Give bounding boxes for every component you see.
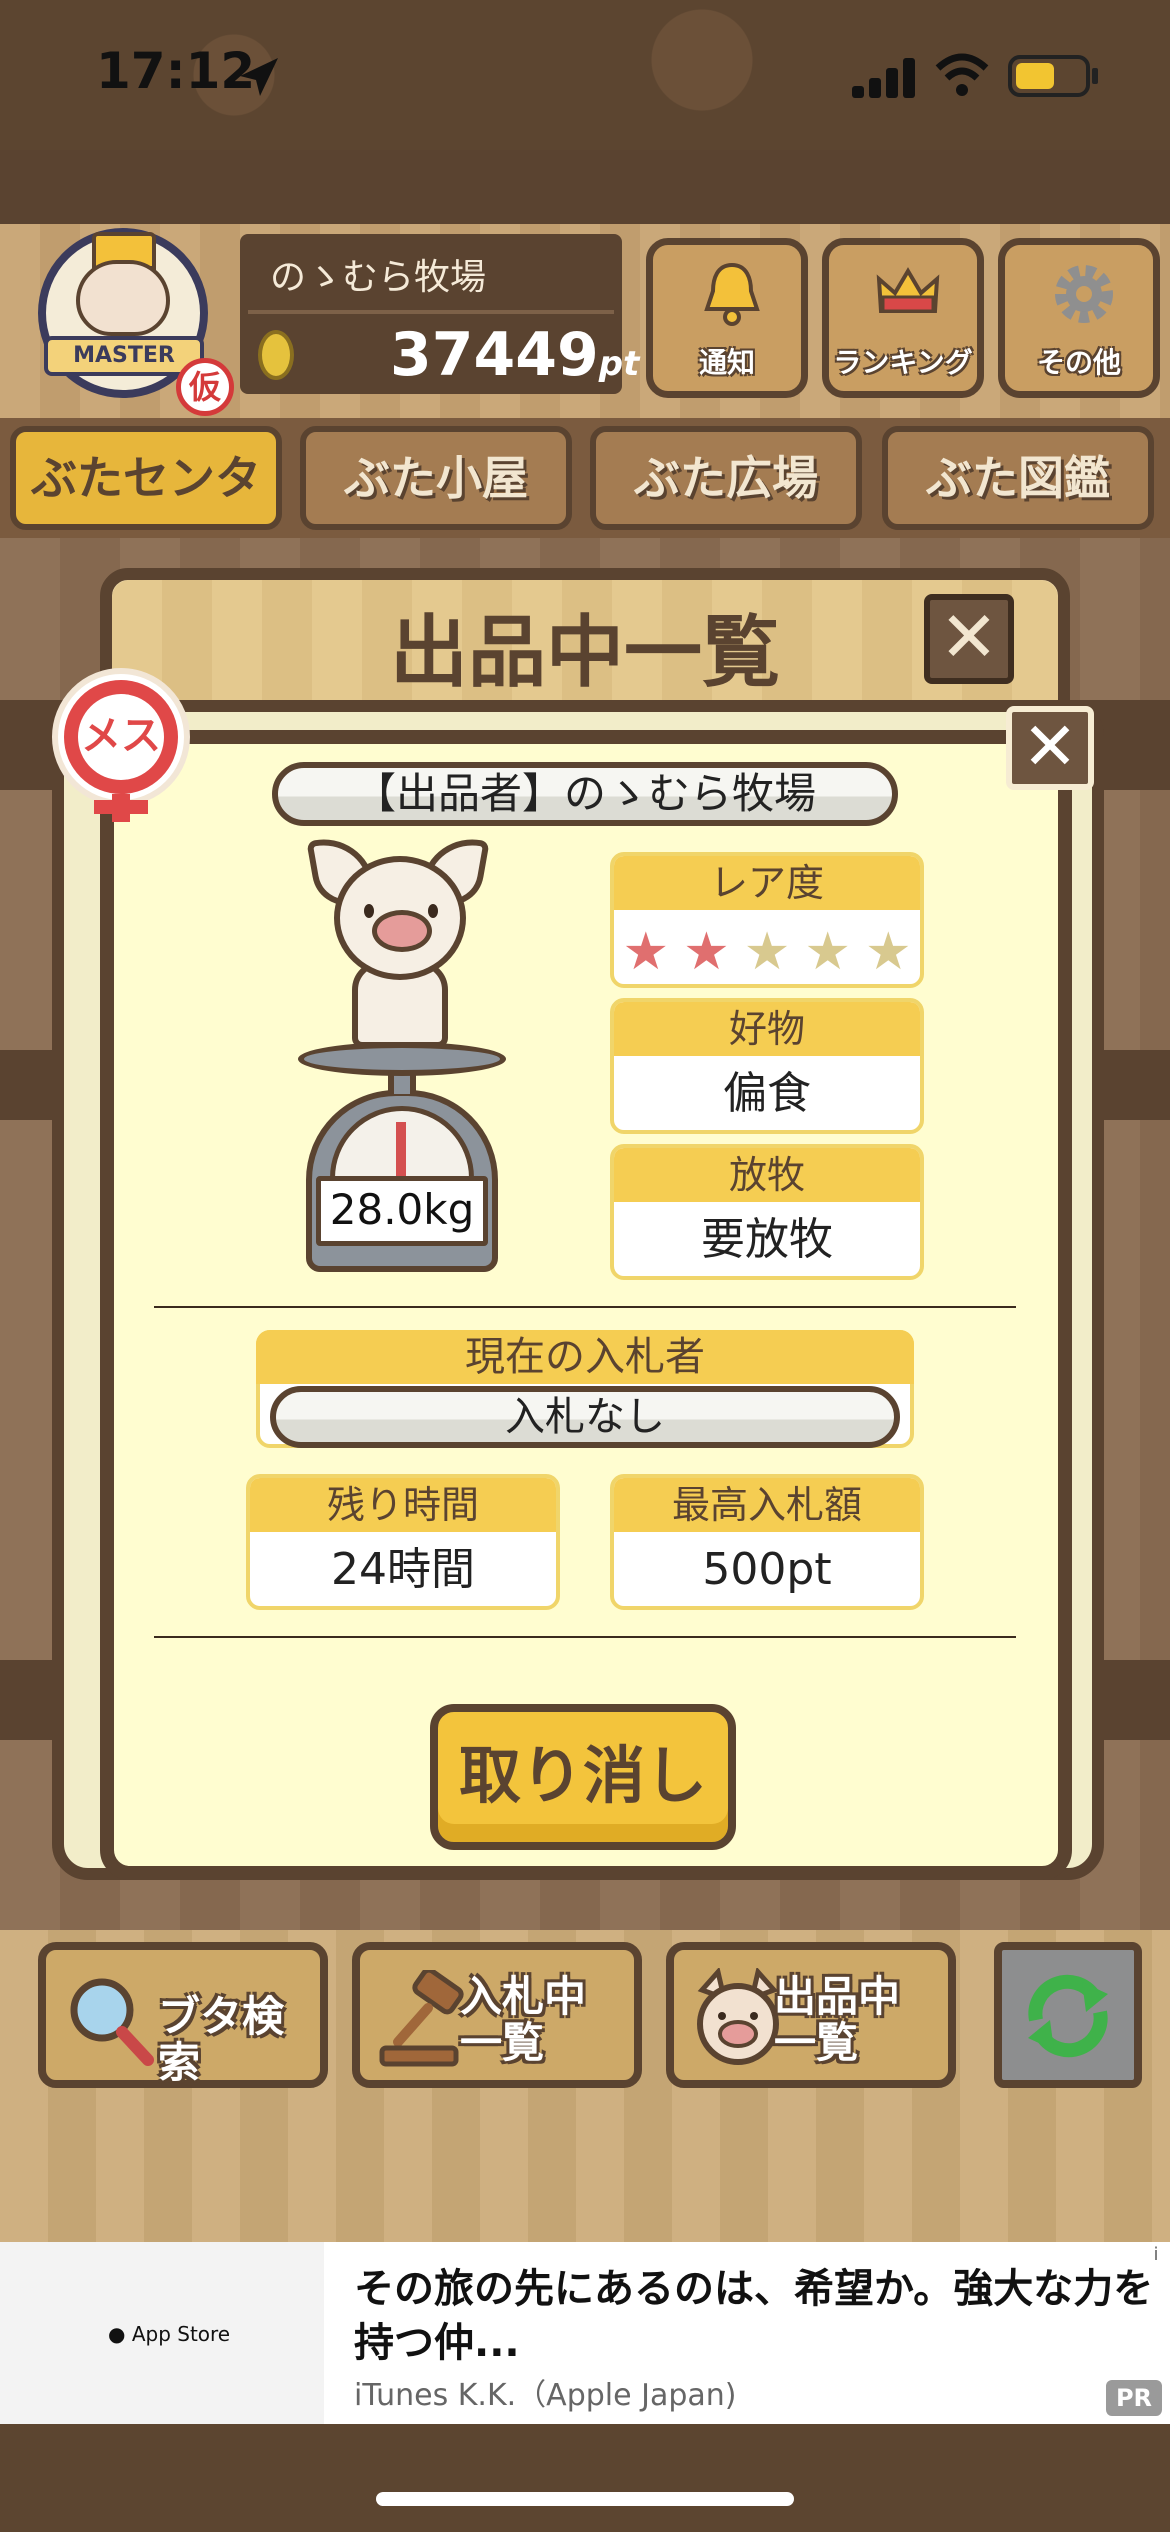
status-time: 17:12 [96,42,256,100]
ad-title[interactable]: その旅の先にあるのは、希望か。強大な力を持つ仲... [354,2262,1154,2370]
remaining-time-label: 残り時間 [250,1478,556,1532]
apple-icon: ● [108,2322,126,2346]
ranking-label: ランキング [833,346,973,379]
magnifier-icon [70,1978,154,2066]
battery-icon [1008,55,1090,97]
remaining-time-card: 残り時間 24時間 [246,1474,560,1610]
coin-icon [258,330,294,380]
listing-list-label: 出品中 一覧 [774,1974,940,2066]
rarity-label: レア度 [614,856,920,910]
provisional-badge: 仮 [176,358,234,416]
favorite-value: 偏食 [723,1068,811,1119]
location-arrow-icon [240,58,278,96]
points-value: 37449 [390,320,599,390]
divider [154,1306,1016,1308]
detail-close-button[interactable]: ✕ [1006,706,1094,790]
tab-buta-encyclopedia[interactable]: ぶた図鑑 [882,426,1154,530]
pig-face-icon [697,1968,779,2065]
bidder-label: 現在の入札者 [256,1330,914,1384]
listing-list-line2: 一覧 [774,2018,859,2067]
listing-list-line1: 出品中 [774,1972,901,2021]
signal-icon [852,56,916,98]
notification-label: 通知 [698,346,755,379]
points-unit: pt [598,344,640,384]
bidding-list-line1: 入札中 [460,1972,587,2021]
pig-snout [372,910,432,952]
bottom-background [0,2424,1170,2532]
pig-search-button[interactable]: ブタ検索 [38,1942,328,2088]
ad-info-icon[interactable]: i [1144,2244,1168,2268]
star-icon: ★ [622,922,670,982]
other-button[interactable]: その他 [998,238,1160,398]
grazing-card: 放牧 要放牧 [610,1144,924,1280]
other-label: その他 [1036,346,1121,379]
star-icon: ★ [683,922,730,982]
bidding-list-line2: 一覧 [460,2018,545,2067]
app-store-text: App Store [131,2322,231,2346]
farm-divider [248,310,614,314]
rarity-card: レア度 ★ ★ ★ ★ ★ [610,852,924,988]
bidder-value: 入札なし [270,1386,900,1448]
listing-list-button[interactable]: 出品中 一覧 [666,1942,956,2088]
pig-eye [428,904,438,918]
farm-name: のゝむら牧場 [270,257,487,298]
refresh-icon [1028,1974,1108,2058]
ranking-button[interactable]: ランキング [822,238,984,398]
bidding-list-button[interactable]: 入札中 一覧 [352,1942,642,2088]
listing-close-button[interactable]: ✕ [924,594,1014,684]
grazing-value: 要放牧 [701,1214,833,1265]
weight-value: 28.0kg [316,1176,488,1246]
gear-icon [1055,265,1113,323]
ad-advertiser: iTunes K.K.（Apple Japan) [354,2378,737,2413]
max-bid-value: 500pt [702,1544,832,1595]
listing-title: 出品中一覧 [389,608,780,698]
grazing-label: 放牧 [614,1148,920,1202]
crown-icon [876,267,940,313]
battery-tip [1092,68,1098,84]
tab-buta-hut[interactable]: ぶた小屋 [300,426,572,530]
scale-plate [298,1042,506,1076]
divider [154,1636,1016,1638]
cancel-listing-button[interactable]: 取り消し [430,1704,736,1850]
remaining-time-value: 24時間 [331,1544,475,1595]
sex-label: メス [78,694,164,780]
ad-pr-badge: PR [1106,2380,1162,2416]
seller-label: 【出品者】のゝむら牧場 [272,762,898,826]
tab-buta-plaza[interactable]: ぶた広場 [590,426,862,530]
wifi-icon [935,53,989,96]
home-indicator[interactable] [376,2492,794,2506]
max-bid-card: 最高入札額 500pt [610,1474,924,1610]
pig-eye [364,904,374,918]
bidding-list-label: 入札中 一覧 [460,1974,626,2066]
pig-search-label: ブタ検索 [158,1992,285,2087]
tab-buta-center[interactable]: ぶたセンター [10,426,282,597]
refresh-button[interactable] [994,1942,1142,2088]
points-display: 37449pt [390,320,639,390]
bell-icon [704,262,760,326]
female-cross [94,800,148,814]
rarity-stars: ★ ★ ★ ★ ★ [614,910,920,980]
favorite-card: 好物 偏食 [610,998,924,1134]
app-store-label: ● App Store [108,2322,230,2346]
scale-needle [396,1122,406,1176]
gavel-icon [379,1970,464,2067]
favorite-label: 好物 [614,1002,920,1056]
star-icon: ★ [743,922,791,982]
max-bid-label: 最高入札額 [614,1478,920,1532]
pig-avatar-icon [76,260,170,336]
star-icon: ★ [804,922,851,982]
notification-button[interactable]: 通知 [646,238,808,398]
star-icon: ★ [864,922,912,982]
